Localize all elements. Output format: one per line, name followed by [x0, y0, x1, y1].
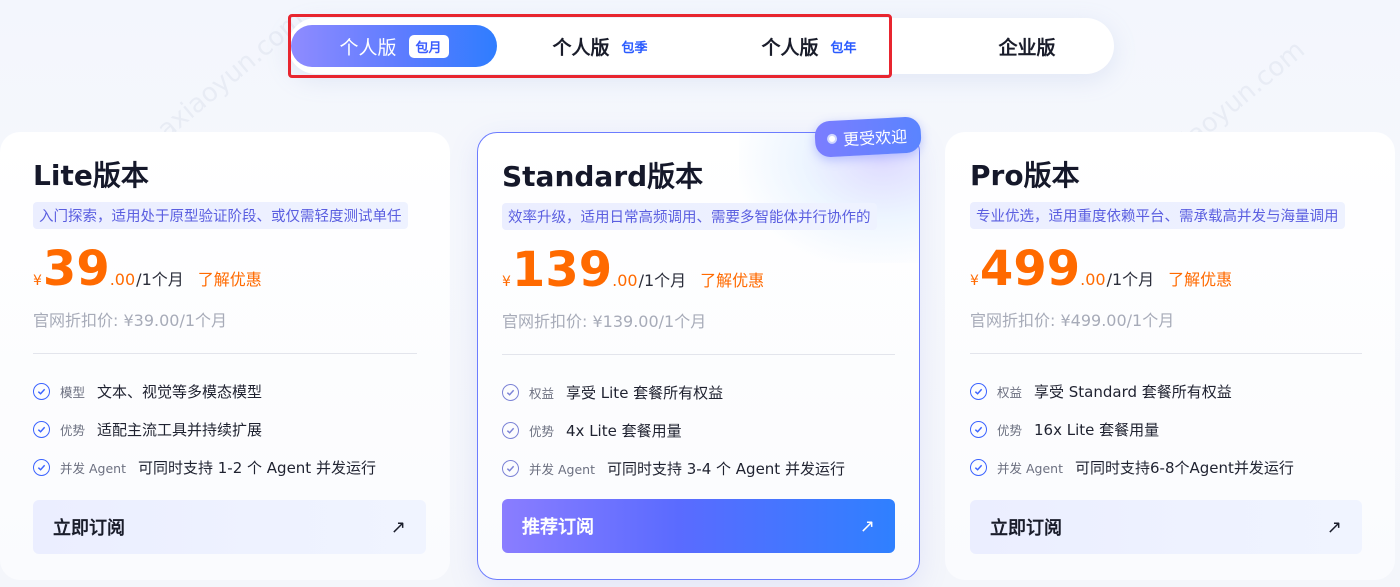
check-circle-icon: [33, 458, 50, 476]
feature-text: 文本、视觉等多模态模型: [97, 382, 263, 401]
plan-period-tabs: 个人版 包月 个人版 包季 个人版 包年 企业版: [288, 14, 1114, 78]
price-row: ¥ 499 .00 /1个月 了解优惠: [970, 243, 1362, 301]
price-decimal: .00: [1080, 270, 1106, 289]
feature-tag: 并发 Agent: [997, 460, 1063, 476]
feature-item: 优势 16x Lite 套餐用量: [970, 410, 1362, 448]
feature-list: 权益 享受 Standard 套餐所有权益 优势 16x Lite 套餐用量 并…: [970, 372, 1362, 486]
feature-tag: 模型: [60, 384, 86, 400]
price-currency: ¥: [502, 274, 511, 290]
price-amount: 499: [979, 241, 1081, 297]
plan-card-standard: 更受欢迎 Standard版本 效率升级，适用日常高频调用、需要多智能体并行协作…: [477, 116, 922, 580]
subscribe-button-label: 立即订阅: [53, 518, 125, 539]
feature-text: 享受 Standard 套餐所有权益: [1034, 382, 1232, 401]
tab-enterprise[interactable]: 企业版: [924, 25, 1130, 67]
feature-item: 并发 Agent 可同时支持6-8个Agent并发运行: [970, 448, 1362, 486]
plan-description: 专业优选，适用重度依赖平台、需承载高并发与海量调用: [970, 202, 1345, 229]
dot-icon: [826, 133, 838, 145]
subscribe-button-label: 推荐订阅: [522, 517, 594, 538]
price-unit: /1个月: [136, 270, 184, 289]
feature-item: 权益 享受 Lite 套餐所有权益: [502, 373, 895, 411]
plan-description: 入门探索，适用处于原型验证阶段、或仅需轻度测试单任: [33, 202, 408, 229]
plan-description: 效率升级，适用日常高频调用、需要多智能体并行协作的: [502, 203, 877, 230]
price-unit: /1个月: [1106, 270, 1155, 289]
feature-list: 模型 文本、视觉等多模态模型 优势 适配主流工具并持续扩展 并发 Agent 可…: [33, 372, 417, 486]
check-circle-icon: [502, 383, 519, 401]
check-circle-icon: [970, 420, 987, 438]
official-price: 官网折扣价: ¥139.00/1个月: [502, 312, 707, 331]
divider: [33, 353, 417, 354]
price-row: ¥ 39 .00 /1个月 了解优惠: [33, 243, 417, 301]
feature-tag: 权益: [997, 384, 1023, 400]
promo-link[interactable]: 了解优惠: [198, 266, 262, 290]
feature-tag: 优势: [529, 423, 555, 439]
feature-item: 优势 适配主流工具并持续扩展: [33, 410, 417, 448]
feature-list: 权益 享受 Lite 套餐所有权益 优势 4x Lite 套餐用量 并发 Age…: [502, 373, 895, 487]
price-amount: 139: [511, 242, 613, 298]
popular-badge-label: 更受欢迎: [842, 126, 908, 150]
popular-badge: 更受欢迎: [814, 116, 922, 158]
subscribe-button-label: 立即订阅: [990, 518, 1062, 539]
feature-item: 优势 4x Lite 套餐用量: [502, 411, 895, 449]
check-circle-icon: [502, 459, 519, 477]
check-circle-icon: [33, 382, 50, 400]
feature-text: 16x Lite 套餐用量: [1034, 420, 1160, 439]
check-circle-icon: [502, 421, 519, 439]
price-decimal: .00: [612, 271, 638, 290]
plan-card-lite: Lite版本 入门探索，适用处于原型验证阶段、或仅需轻度测试单任 ¥ 39 .0…: [0, 132, 450, 580]
promo-link[interactable]: 了解优惠: [1168, 266, 1232, 290]
feature-tag: 优势: [997, 422, 1023, 438]
feature-tag: 并发 Agent: [60, 460, 126, 476]
price-currency: ¥: [33, 273, 42, 289]
feature-tag: 优势: [60, 422, 86, 438]
divider: [502, 354, 895, 355]
feature-tag: 权益: [529, 385, 555, 401]
tab-label: 企业版: [998, 36, 1056, 59]
feature-text: 享受 Lite 套餐所有权益: [566, 383, 724, 402]
feature-text: 可同时支持 1-2 个 Agent 并发运行: [137, 458, 376, 477]
feature-item: 并发 Agent 可同时支持 1-2 个 Agent 并发运行: [33, 448, 417, 486]
arrow-up-right-icon: ↗: [859, 515, 875, 537]
feature-item: 权益 享受 Standard 套餐所有权益: [970, 372, 1362, 410]
arrow-up-right-icon: ↗: [1326, 516, 1342, 538]
arrow-up-right-icon: ↗: [390, 516, 406, 538]
price-decimal: .00: [109, 270, 136, 289]
feature-text: 可同时支持 3-4 个 Agent 并发运行: [606, 459, 845, 478]
feature-text: 可同时支持6-8个Agent并发运行: [1074, 458, 1294, 477]
plan-title: Lite版本: [33, 159, 149, 192]
subscribe-button[interactable]: 立即订阅 ↗: [33, 500, 426, 554]
feature-text: 适配主流工具并持续扩展: [97, 420, 263, 439]
feature-tag: 并发 Agent: [529, 461, 595, 477]
recommended-subscribe-button[interactable]: 推荐订阅 ↗: [502, 499, 895, 553]
divider: [970, 353, 1362, 354]
highlight-box: [288, 14, 892, 78]
check-circle-icon: [33, 420, 50, 438]
feature-text: 4x Lite 套餐用量: [566, 421, 682, 440]
check-circle-icon: [970, 458, 987, 476]
plan-title: Standard版本: [502, 160, 704, 193]
feature-item: 模型 文本、视觉等多模态模型: [33, 372, 417, 410]
price-unit: /1个月: [638, 271, 687, 290]
price-amount: 39: [42, 241, 110, 297]
promo-link[interactable]: 了解优惠: [700, 267, 764, 291]
price-currency: ¥: [970, 273, 979, 289]
subscribe-button[interactable]: 立即订阅 ↗: [970, 500, 1362, 554]
plan-card-pro: Pro版本 专业优选，适用重度依赖平台、需承载高并发与海量调用 ¥ 499 .0…: [945, 132, 1395, 580]
watermark: axiaoyun.com: [151, 4, 311, 146]
official-price: 官网折扣价: ¥39.00/1个月: [33, 311, 228, 330]
feature-item: 并发 Agent 可同时支持 3-4 个 Agent 并发运行: [502, 449, 895, 487]
plan-title: Pro版本: [970, 159, 1080, 192]
official-price: 官网折扣价: ¥499.00/1个月: [970, 311, 1175, 330]
price-row: ¥ 139 .00 /1个月 了解优惠: [502, 244, 895, 302]
check-circle-icon: [970, 382, 987, 400]
